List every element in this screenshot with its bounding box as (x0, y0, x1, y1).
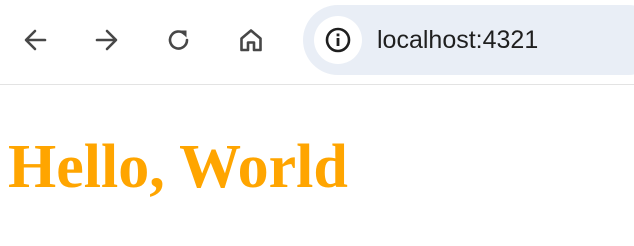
address-bar[interactable]: localhost:4321 (303, 5, 634, 75)
home-button[interactable] (231, 20, 271, 60)
back-button[interactable] (16, 20, 56, 60)
site-info-button[interactable] (314, 16, 362, 64)
arrow-right-icon (95, 29, 118, 51)
page-heading: Hello, World (8, 133, 348, 201)
home-icon (240, 29, 262, 52)
forward-button[interactable] (86, 20, 126, 60)
reload-button[interactable] (159, 20, 199, 60)
url-text[interactable]: localhost:4321 (377, 25, 538, 55)
reload-icon (168, 30, 189, 50)
page-content: Hello, World (0, 85, 634, 246)
browser-toolbar: localhost:4321 (0, 0, 634, 85)
info-icon (325, 27, 351, 53)
arrow-left-icon (24, 29, 47, 51)
